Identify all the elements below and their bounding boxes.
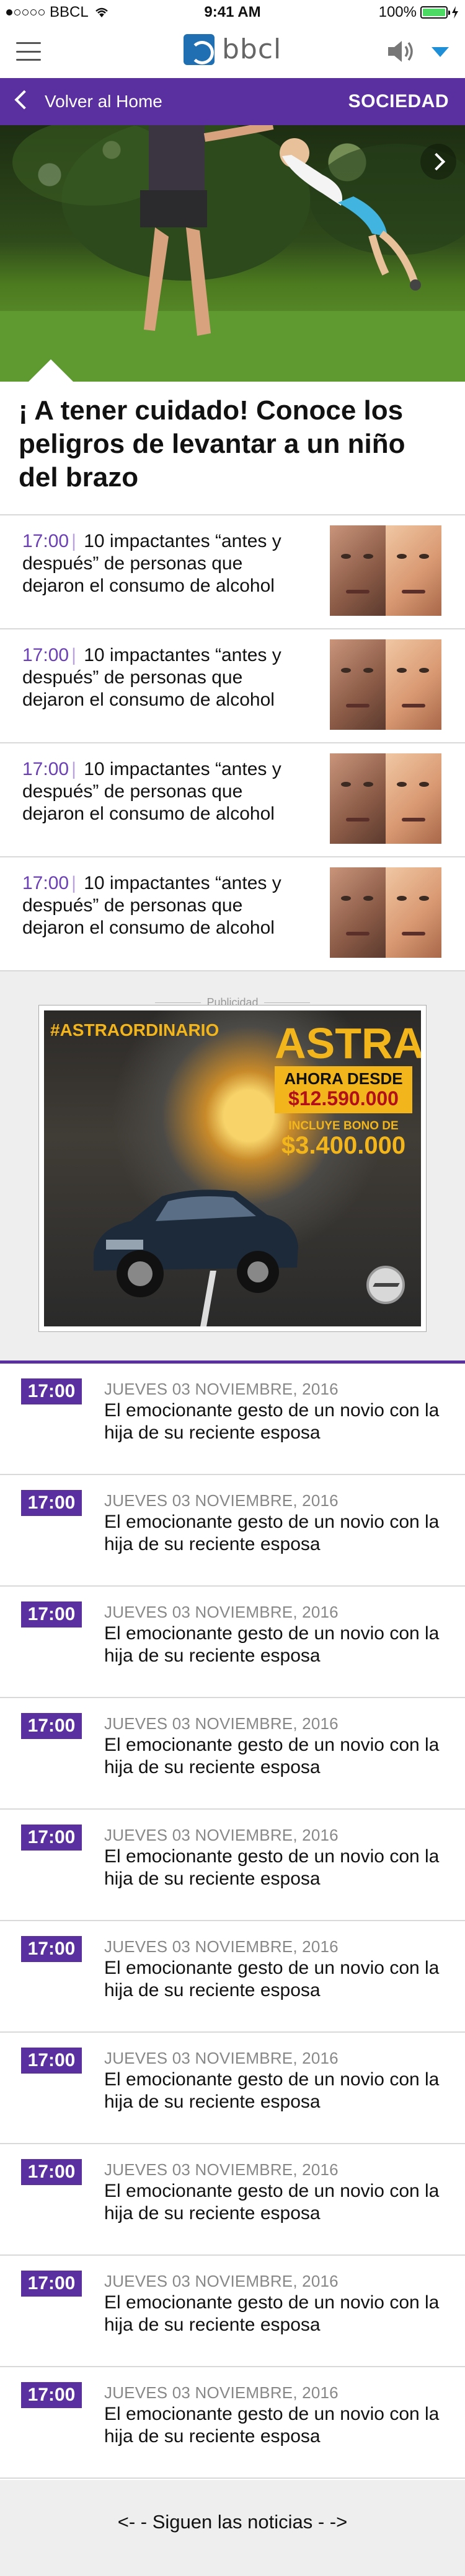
news-item[interactable]: 17:00 JUEVES 03 NOVIEMBRE, 2016 El emoci… (0, 2144, 465, 2256)
separator: | (71, 531, 76, 551)
news-date: JUEVES 03 NOVIEMBRE, 2016 (104, 1380, 339, 1398)
news-title: El emocionante gesto de un novio con la … (104, 1623, 440, 1666)
hero-image[interactable] (0, 125, 465, 382)
time-badge: 17:00 (21, 1825, 82, 1851)
time-badge: 17:00 (21, 2382, 82, 2408)
related-time: 17:00 (22, 873, 69, 893)
related-time: 17:00 (22, 531, 69, 551)
ad-block: Publicidad #ASTRAORDINARIO ASTRA AHORA D… (0, 970, 465, 1360)
ad-hashtag: #ASTRAORDINARIO (50, 1020, 219, 1040)
time-badge: 17:00 (21, 2159, 82, 2185)
related-thumbnail (330, 753, 441, 844)
related-text: 17:00 | 10 impactantes “antes y después” … (22, 758, 308, 825)
news-list: 17:00 JUEVES 03 NOVIEMBRE, 2016 El emoci… (0, 1364, 465, 2479)
news-item[interactable]: 17:00 JUEVES 03 NOVIEMBRE, 2016 El emoci… (0, 2033, 465, 2144)
separator: | (71, 873, 76, 893)
related-item[interactable]: 17:00 | 10 impactantes “antes y después” … (0, 628, 465, 742)
ad-price-box: AHORA DESDE $12.590.000 (275, 1066, 412, 1113)
news-item[interactable]: 17:00 JUEVES 03 NOVIEMBRE, 2016 El emoci… (0, 1587, 465, 1698)
related-item[interactable]: 17:00 | 10 impactantes “antes y después” … (0, 742, 465, 856)
related-time: 17:00 (22, 759, 69, 779)
article-headline[interactable]: ¡ A tener cuidado! Conoce los peligros d… (19, 394, 446, 494)
divider (264, 1002, 310, 1003)
time-badge: 17:00 (21, 2048, 82, 2074)
brand-logo[interactable]: bbcl (184, 33, 281, 65)
news-item[interactable]: 17:00 JUEVES 03 NOVIEMBRE, 2016 El emoci… (0, 1810, 465, 1921)
time-badge: 17:00 (21, 1490, 82, 1516)
battery-percent: 100% (378, 4, 417, 20)
related-thumbnail (330, 867, 441, 958)
opel-logo-icon (366, 1266, 405, 1304)
news-item[interactable]: 17:00 JUEVES 03 NOVIEMBRE, 2016 El emoci… (0, 1921, 465, 2033)
news-title: El emocionante gesto de un novio con la … (104, 2292, 440, 2335)
section-bar: Volver al Home SOCIEDAD (0, 78, 465, 125)
news-date: JUEVES 03 NOVIEMBRE, 2016 (104, 2049, 339, 2067)
related-text: 17:00 | 10 impactantes “antes y después” … (22, 530, 308, 597)
car-image (94, 1189, 298, 1297)
ad-brand: ASTRA (275, 1019, 421, 1067)
news-date: JUEVES 03 NOVIEMBRE, 2016 (104, 2160, 339, 2179)
ad-banner[interactable]: #ASTRAORDINARIO ASTRA AHORA DESDE $12.59… (38, 1005, 427, 1332)
time-badge: 17:00 (21, 1713, 82, 1739)
hero-photo-figures (0, 125, 465, 382)
time-badge: 17:00 (21, 1936, 82, 1962)
news-item[interactable]: 17:00 JUEVES 03 NOVIEMBRE, 2016 El emoci… (0, 2367, 465, 2479)
related-text: 17:00 | 10 impactantes “antes y después” … (22, 644, 308, 711)
speaker-icon[interactable] (386, 38, 417, 64)
hero-next-button[interactable] (420, 125, 465, 203)
related-time: 17:00 (22, 645, 69, 665)
news-item[interactable]: 17:00 JUEVES 03 NOVIEMBRE, 2016 El emoci… (0, 1698, 465, 1810)
time-badge: 17:00 (21, 2271, 82, 2297)
news-title: El emocionante gesto de un novio con la … (104, 2181, 440, 2223)
ad-creative: #ASTRAORDINARIO ASTRA AHORA DESDE $12.59… (44, 1010, 421, 1326)
related-thumbnail (330, 639, 441, 730)
brand-name: bbcl (222, 33, 282, 65)
logo-icon (184, 33, 215, 65)
separator: | (71, 759, 76, 779)
more-news-footer: <- - Siguen las noticias - -> (0, 2480, 465, 2576)
news-item[interactable]: 17:00 JUEVES 03 NOVIEMBRE, 2016 El emoci… (0, 1364, 465, 1475)
news-title: El emocionante gesto de un novio con la … (104, 1958, 440, 2000)
related-thumbnail (330, 525, 441, 616)
ad-price: $12.590.000 (288, 1087, 399, 1110)
news-title: El emocionante gesto de un novio con la … (104, 2404, 440, 2447)
back-chevron-icon[interactable] (14, 90, 34, 110)
news-item[interactable]: 17:00 JUEVES 03 NOVIEMBRE, 2016 El emoci… (0, 1475, 465, 1587)
battery-icon (420, 6, 450, 19)
ad-price-label: AHORA DESDE (284, 1069, 403, 1088)
news-date: JUEVES 03 NOVIEMBRE, 2016 (104, 1937, 339, 1956)
news-title: El emocionante gesto de un novio con la … (104, 1846, 440, 1889)
back-home-link[interactable]: Volver al Home (45, 92, 162, 112)
section-title: SOCIEDAD (348, 91, 449, 112)
menu-icon[interactable] (16, 42, 41, 61)
news-title: El emocionante gesto de un novio con la … (104, 2069, 440, 2112)
news-date: JUEVES 03 NOVIEMBRE, 2016 (104, 1714, 339, 1733)
news-title: El emocionante gesto de un novio con la … (104, 1512, 440, 1554)
related-item[interactable]: 17:00 | 10 impactantes “antes y después” … (0, 514, 465, 628)
battery-area: 100% (379, 4, 459, 21)
ad-bonus-label: INCLUYE BONO DE (288, 1119, 399, 1132)
news-title: El emocionante gesto de un novio con la … (104, 1400, 440, 1443)
related-list: 17:00 | 10 impactantes “antes y después” … (0, 514, 465, 970)
status-bar: BBCL 9:41 AM 100% (0, 0, 465, 25)
news-date: JUEVES 03 NOVIEMBRE, 2016 (104, 2383, 339, 2402)
hero-notch (29, 359, 73, 382)
caret-down-icon[interactable] (432, 47, 449, 57)
related-text: 17:00 | 10 impactantes “antes y después” … (22, 872, 308, 939)
news-date: JUEVES 03 NOVIEMBRE, 2016 (104, 1826, 339, 1844)
ad-bonus: $3.400.000 (281, 1132, 406, 1159)
app-header: bbcl (0, 25, 465, 78)
news-title: El emocionante gesto de un novio con la … (104, 1735, 440, 1777)
news-date: JUEVES 03 NOVIEMBRE, 2016 (104, 1491, 339, 1510)
news-item[interactable]: 17:00 JUEVES 03 NOVIEMBRE, 2016 El emoci… (0, 2256, 465, 2367)
chevron-right-icon (420, 144, 456, 180)
time-badge: 17:00 (21, 1601, 82, 1628)
more-news-link[interactable]: <- - Siguen las noticias - -> (0, 2511, 465, 2533)
related-item[interactable]: 17:00 | 10 impactantes “antes y después” … (0, 856, 465, 970)
news-date: JUEVES 03 NOVIEMBRE, 2016 (104, 1603, 339, 1621)
separator: | (71, 645, 76, 665)
time-badge: 17:00 (21, 1378, 82, 1404)
charging-icon (452, 6, 458, 19)
news-date: JUEVES 03 NOVIEMBRE, 2016 (104, 2272, 339, 2290)
